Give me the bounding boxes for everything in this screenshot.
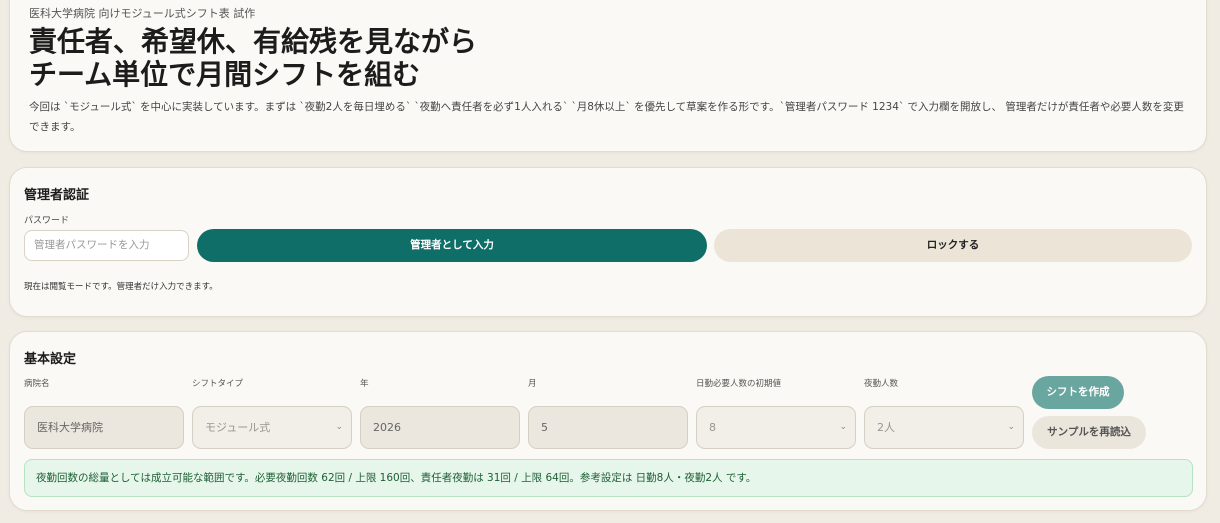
page-title: 責任者、希望休、有給残を見ながら チーム単位で月間シフトを組む — [29, 25, 477, 91]
shift-type-select[interactable]: モジュール式 ⌄ — [192, 406, 352, 449]
year-field[interactable]: 2026 — [360, 406, 520, 449]
create-shift-button[interactable]: シフトを作成 — [1032, 376, 1124, 409]
chevron-down-icon: ⌄ — [839, 422, 847, 432]
eyebrow-text: 医科大学病院 向けモジュール式シフト表 試作 — [29, 7, 256, 20]
chevron-down-icon: ⌄ — [1007, 422, 1015, 432]
basic-settings-card: 基本設定 病院名 医科大学病院 シフトタイプ モジュール式 ⌄ 年 2026 月… — [9, 331, 1207, 511]
shift-type-value: モジュール式 — [205, 421, 271, 434]
mode-status-text: 現在は閲覧モードです。管理者だけ入力できます。 — [24, 282, 218, 292]
chevron-down-icon: ⌄ — [335, 422, 343, 432]
auth-card-title: 管理者認証 — [24, 188, 90, 203]
month-value: 5 — [541, 421, 548, 434]
day-required-select[interactable]: 8 ⌄ — [696, 406, 856, 449]
shift-type-label: シフトタイプ — [192, 379, 244, 389]
lock-button[interactable]: ロックする — [714, 229, 1192, 262]
page-title-line-1: 責任者、希望休、有給残を見ながら — [29, 25, 478, 58]
night-count-label: 夜勤人数 — [864, 379, 899, 389]
year-label: 年 — [360, 379, 369, 389]
admin-auth-card: 管理者認証 パスワード 管理者パスワードを入力 管理者として入力 ロックする 現… — [9, 167, 1207, 317]
month-field[interactable]: 5 — [528, 406, 688, 449]
admin-login-button[interactable]: 管理者として入力 — [197, 229, 707, 262]
feasibility-notice: 夜勤回数の総量としては成立可能な範囲です。必要夜勤回数 62回 / 上限 160… — [24, 459, 1193, 497]
reload-sample-button[interactable]: サンプルを再読込 — [1032, 416, 1146, 449]
hospital-name-label: 病院名 — [24, 379, 50, 389]
month-label: 月 — [528, 379, 537, 389]
intro-description: 今回は `モジュール式` を中心に実装しています。まずは `夜勤2人を毎日埋める… — [29, 101, 1184, 133]
night-count-select[interactable]: 2人 ⌄ — [864, 406, 1024, 449]
day-required-label: 日勤必要人数の初期値 — [696, 379, 782, 389]
password-input[interactable]: 管理者パスワードを入力 — [24, 230, 189, 261]
intro-card: 医科大学病院 向けモジュール式シフト表 試作 責任者、希望休、有給残を見ながら … — [9, 0, 1207, 152]
day-required-value: 8 — [709, 421, 716, 434]
hospital-name-field[interactable]: 医科大学病院 — [24, 406, 184, 449]
page-title-line-2: チーム単位で月間シフトを組む — [29, 58, 421, 91]
password-label: パスワード — [24, 216, 70, 226]
year-value: 2026 — [373, 421, 401, 434]
hospital-name-value: 医科大学病院 — [37, 421, 103, 434]
settings-card-title: 基本設定 — [24, 352, 77, 367]
night-count-value: 2人 — [877, 421, 895, 434]
